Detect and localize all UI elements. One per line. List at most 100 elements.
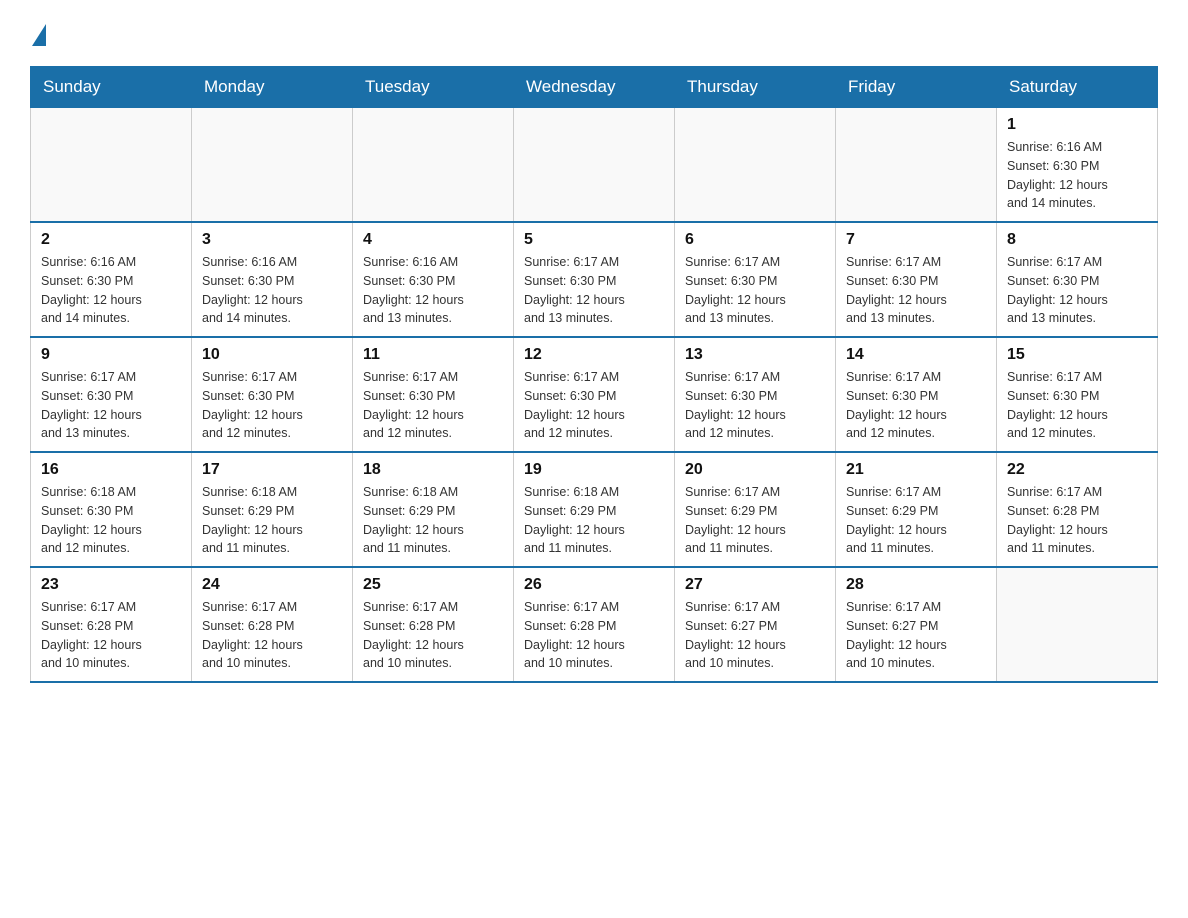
day-number: 17 (202, 461, 342, 479)
day-info: Sunrise: 6:17 AM Sunset: 6:30 PM Dayligh… (846, 253, 986, 328)
day-info: Sunrise: 6:17 AM Sunset: 6:30 PM Dayligh… (846, 368, 986, 443)
day-of-week-header: Saturday (997, 67, 1158, 108)
day-number: 23 (41, 576, 181, 594)
day-number: 28 (846, 576, 986, 594)
day-info: Sunrise: 6:17 AM Sunset: 6:28 PM Dayligh… (524, 598, 664, 673)
day-number: 5 (524, 231, 664, 249)
day-number: 21 (846, 461, 986, 479)
day-number: 2 (41, 231, 181, 249)
day-of-week-header: Wednesday (514, 67, 675, 108)
day-number: 27 (685, 576, 825, 594)
day-number: 3 (202, 231, 342, 249)
calendar-table: SundayMondayTuesdayWednesdayThursdayFrid… (30, 66, 1158, 683)
day-info: Sunrise: 6:17 AM Sunset: 6:27 PM Dayligh… (846, 598, 986, 673)
calendar-week-row: 9 Sunrise: 6:17 AM Sunset: 6:30 PM Daylig… (31, 337, 1158, 452)
calendar-week-row: 16 Sunrise: 6:18 AM Sunset: 6:30 PM Dayli… (31, 452, 1158, 567)
calendar-cell: 24 Sunrise: 6:17 AM Sunset: 6:28 PM Dayli… (192, 567, 353, 682)
calendar-cell: 21 Sunrise: 6:17 AM Sunset: 6:29 PM Dayli… (836, 452, 997, 567)
day-number: 9 (41, 346, 181, 364)
day-number: 1 (1007, 116, 1147, 134)
calendar-cell: 16 Sunrise: 6:18 AM Sunset: 6:30 PM Dayli… (31, 452, 192, 567)
day-number: 24 (202, 576, 342, 594)
day-info: Sunrise: 6:18 AM Sunset: 6:29 PM Dayligh… (524, 483, 664, 558)
day-number: 11 (363, 346, 503, 364)
day-number: 18 (363, 461, 503, 479)
day-number: 26 (524, 576, 664, 594)
day-of-week-header: Sunday (31, 67, 192, 108)
day-info: Sunrise: 6:18 AM Sunset: 6:29 PM Dayligh… (363, 483, 503, 558)
day-info: Sunrise: 6:17 AM Sunset: 6:30 PM Dayligh… (202, 368, 342, 443)
calendar-cell: 14 Sunrise: 6:17 AM Sunset: 6:30 PM Dayli… (836, 337, 997, 452)
calendar-cell: 6 Sunrise: 6:17 AM Sunset: 6:30 PM Daylig… (675, 222, 836, 337)
day-info: Sunrise: 6:18 AM Sunset: 6:29 PM Dayligh… (202, 483, 342, 558)
day-of-week-header: Thursday (675, 67, 836, 108)
day-info: Sunrise: 6:16 AM Sunset: 6:30 PM Dayligh… (202, 253, 342, 328)
day-info: Sunrise: 6:17 AM Sunset: 6:28 PM Dayligh… (202, 598, 342, 673)
day-number: 20 (685, 461, 825, 479)
calendar-cell: 2 Sunrise: 6:16 AM Sunset: 6:30 PM Daylig… (31, 222, 192, 337)
day-number: 7 (846, 231, 986, 249)
calendar-cell: 25 Sunrise: 6:17 AM Sunset: 6:28 PM Dayli… (353, 567, 514, 682)
day-number: 25 (363, 576, 503, 594)
calendar-cell: 26 Sunrise: 6:17 AM Sunset: 6:28 PM Dayli… (514, 567, 675, 682)
calendar-week-row: 1 Sunrise: 6:16 AM Sunset: 6:30 PM Daylig… (31, 108, 1158, 223)
day-number: 13 (685, 346, 825, 364)
calendar-cell: 7 Sunrise: 6:17 AM Sunset: 6:30 PM Daylig… (836, 222, 997, 337)
day-number: 14 (846, 346, 986, 364)
day-info: Sunrise: 6:16 AM Sunset: 6:30 PM Dayligh… (41, 253, 181, 328)
day-info: Sunrise: 6:17 AM Sunset: 6:30 PM Dayligh… (1007, 253, 1147, 328)
logo-triangle-icon (32, 24, 46, 46)
day-of-week-header: Monday (192, 67, 353, 108)
day-info: Sunrise: 6:17 AM Sunset: 6:30 PM Dayligh… (524, 253, 664, 328)
day-info: Sunrise: 6:17 AM Sunset: 6:30 PM Dayligh… (363, 368, 503, 443)
day-number: 15 (1007, 346, 1147, 364)
day-number: 16 (41, 461, 181, 479)
calendar-week-row: 2 Sunrise: 6:16 AM Sunset: 6:30 PM Daylig… (31, 222, 1158, 337)
calendar-cell (675, 108, 836, 223)
day-info: Sunrise: 6:17 AM Sunset: 6:27 PM Dayligh… (685, 598, 825, 673)
day-info: Sunrise: 6:17 AM Sunset: 6:30 PM Dayligh… (524, 368, 664, 443)
calendar-cell: 11 Sunrise: 6:17 AM Sunset: 6:30 PM Dayli… (353, 337, 514, 452)
calendar-cell: 9Sunrise: 6:17 AM Sunset: 6:30 PM Daylig… (31, 337, 192, 452)
day-info: Sunrise: 6:17 AM Sunset: 6:28 PM Dayligh… (41, 598, 181, 673)
day-info: Sunrise: 6:17 AM Sunset: 6:30 PM Dayligh… (685, 368, 825, 443)
day-of-week-header: Friday (836, 67, 997, 108)
calendar-cell: 8 Sunrise: 6:17 AM Sunset: 6:30 PM Daylig… (997, 222, 1158, 337)
calendar-cell: 28 Sunrise: 6:17 AM Sunset: 6:27 PM Dayli… (836, 567, 997, 682)
calendar-cell: 18 Sunrise: 6:18 AM Sunset: 6:29 PM Dayli… (353, 452, 514, 567)
day-info: Sunrise: 6:17 AM Sunset: 6:29 PM Dayligh… (685, 483, 825, 558)
day-number: 12 (524, 346, 664, 364)
calendar-cell: 13 Sunrise: 6:17 AM Sunset: 6:30 PM Dayli… (675, 337, 836, 452)
calendar-cell (997, 567, 1158, 682)
day-of-week-header: Tuesday (353, 67, 514, 108)
calendar-cell: 19 Sunrise: 6:18 AM Sunset: 6:29 PM Dayli… (514, 452, 675, 567)
day-info: Sunrise: 6:16 AM Sunset: 6:30 PM Dayligh… (1007, 138, 1147, 213)
day-number: 8 (1007, 231, 1147, 249)
calendar-cell: 23 Sunrise: 6:17 AM Sunset: 6:28 PM Dayli… (31, 567, 192, 682)
day-info: Sunrise: 6:17 AM Sunset: 6:29 PM Dayligh… (846, 483, 986, 558)
day-info: Sunrise: 6:17 AM Sunset: 6:30 PM Dayligh… (1007, 368, 1147, 443)
day-number: 10 (202, 346, 342, 364)
day-info: Sunrise: 6:17 AM Sunset: 6:28 PM Dayligh… (363, 598, 503, 673)
page-header (30, 20, 1158, 46)
calendar-cell: 4 Sunrise: 6:16 AM Sunset: 6:30 PM Daylig… (353, 222, 514, 337)
calendar-cell: 5 Sunrise: 6:17 AM Sunset: 6:30 PM Daylig… (514, 222, 675, 337)
calendar-cell: 15 Sunrise: 6:17 AM Sunset: 6:30 PM Dayli… (997, 337, 1158, 452)
calendar-cell (353, 108, 514, 223)
day-info: Sunrise: 6:17 AM Sunset: 6:30 PM Dayligh… (685, 253, 825, 328)
calendar-cell: 22Sunrise: 6:17 AM Sunset: 6:28 PM Dayli… (997, 452, 1158, 567)
calendar-cell: 12 Sunrise: 6:17 AM Sunset: 6:30 PM Dayli… (514, 337, 675, 452)
day-number: 22 (1007, 461, 1147, 479)
calendar-cell: 3 Sunrise: 6:16 AM Sunset: 6:30 PM Daylig… (192, 222, 353, 337)
day-info: Sunrise: 6:18 AM Sunset: 6:30 PM Dayligh… (41, 483, 181, 558)
calendar-week-row: 23 Sunrise: 6:17 AM Sunset: 6:28 PM Dayli… (31, 567, 1158, 682)
calendar-cell (192, 108, 353, 223)
calendar-cell: 27 Sunrise: 6:17 AM Sunset: 6:27 PM Dayli… (675, 567, 836, 682)
calendar-cell (31, 108, 192, 223)
calendar-cell: 20 Sunrise: 6:17 AM Sunset: 6:29 PM Dayli… (675, 452, 836, 567)
day-number: 19 (524, 461, 664, 479)
day-number: 6 (685, 231, 825, 249)
calendar-cell: 1 Sunrise: 6:16 AM Sunset: 6:30 PM Daylig… (997, 108, 1158, 223)
day-number: 4 (363, 231, 503, 249)
day-info: Sunrise: 6:16 AM Sunset: 6:30 PM Dayligh… (363, 253, 503, 328)
